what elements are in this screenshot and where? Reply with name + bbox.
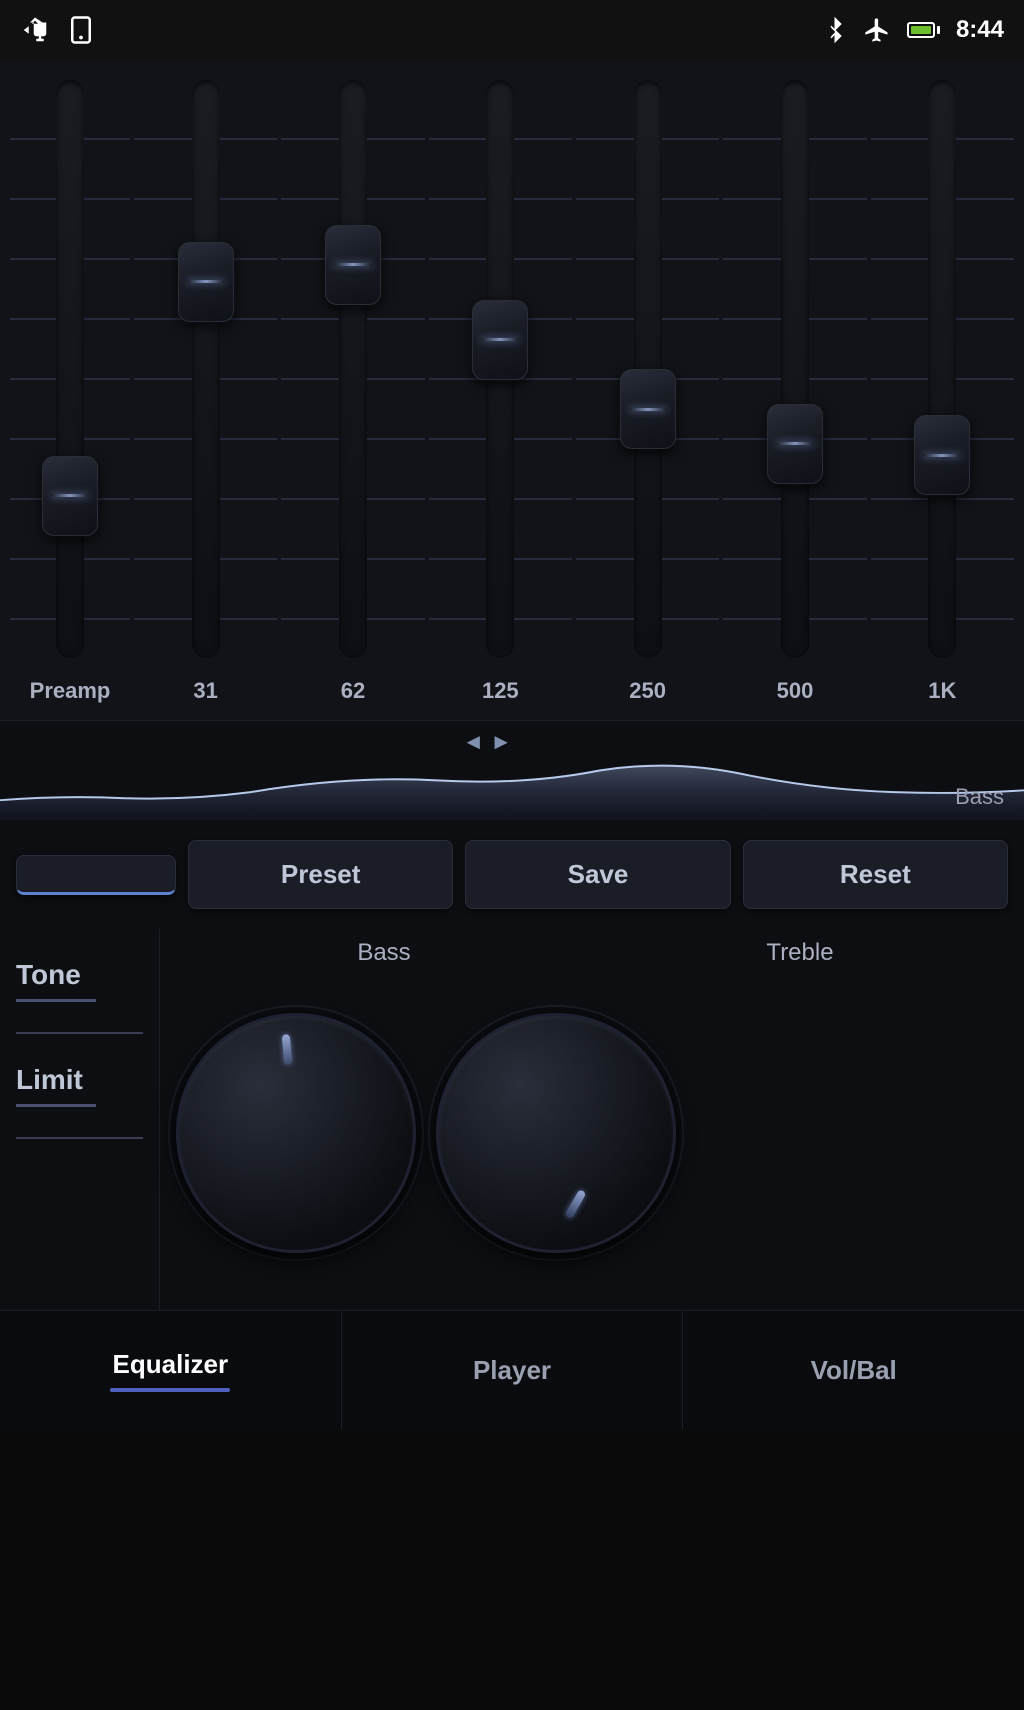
slider-31hz[interactable] xyxy=(134,80,277,658)
slider-track-1k[interactable] xyxy=(928,80,956,658)
tab-player-label: Player xyxy=(473,1355,551,1386)
slider-track-31[interactable] xyxy=(192,80,220,658)
battery-icon xyxy=(907,22,940,38)
slider-62hz[interactable] xyxy=(281,80,424,658)
label-125: 125 xyxy=(429,678,572,704)
limit-button[interactable]: Limit xyxy=(16,1034,143,1139)
tone-button[interactable]: Tone xyxy=(16,929,143,1034)
bass-knob-label: Bass xyxy=(186,939,582,967)
bass-knob[interactable] xyxy=(176,1013,416,1253)
status-left-icons xyxy=(20,15,96,45)
preset-button[interactable]: Preset xyxy=(188,840,453,909)
label-500: 500 xyxy=(723,678,866,704)
limit-label: Limit xyxy=(16,1064,143,1096)
slider-thumb-1k[interactable] xyxy=(914,415,970,495)
slider-250hz[interactable] xyxy=(576,80,719,658)
slider-1k[interactable] xyxy=(871,80,1014,658)
status-bar: 8:44 xyxy=(0,0,1024,60)
slider-thumb-250[interactable] xyxy=(620,369,676,449)
slider-preamp[interactable] xyxy=(10,80,130,658)
label-preamp: Preamp xyxy=(10,678,130,704)
controls-section: Preset Save Reset Tone Limit Bass Treble xyxy=(0,820,1024,1310)
knobs-and-nav: Tone Limit Bass Treble xyxy=(0,929,1024,1310)
reset-button[interactable]: Reset xyxy=(743,840,1008,909)
band-label: Bass xyxy=(955,784,1004,810)
tab-equalizer-label: Equalizer xyxy=(113,1349,229,1380)
tab-volbal[interactable]: Vol/Bal xyxy=(683,1311,1024,1430)
sliders-container xyxy=(0,60,1024,668)
tab-player[interactable]: Player xyxy=(342,1311,684,1430)
tab-equalizer[interactable]: Equalizer xyxy=(0,1311,342,1430)
bottom-nav: Equalizer Player Vol/Bal xyxy=(0,1310,1024,1430)
slider-thumb-125[interactable] xyxy=(472,300,528,380)
waveform-svg xyxy=(0,721,1024,820)
knobs-area: Bass Treble xyxy=(160,929,1024,1310)
slider-track-125[interactable] xyxy=(486,80,514,658)
airplane-icon xyxy=(863,16,891,44)
tab-volbal-label: Vol/Bal xyxy=(811,1355,897,1386)
label-1k: 1K xyxy=(871,678,1014,704)
eq-section: Preamp 31 62 125 250 500 1K ◄ ► Bass xyxy=(0,60,1024,820)
knob-labels-row: Bass Treble xyxy=(176,939,1008,975)
buttons-row: Preset Save Reset xyxy=(0,820,1024,929)
slider-thumb-31[interactable] xyxy=(178,242,234,322)
status-right-icons: 8:44 xyxy=(823,16,1004,44)
save-button[interactable]: Save xyxy=(465,840,730,909)
label-250: 250 xyxy=(576,678,719,704)
slider-track-62[interactable] xyxy=(339,80,367,658)
waveform-area: ◄ ► Bass xyxy=(0,720,1024,820)
tab-equalizer-underline xyxy=(110,1388,230,1392)
limit-underline xyxy=(16,1104,96,1107)
tone-underline xyxy=(16,999,96,1002)
slider-track-preamp[interactable] xyxy=(56,80,84,658)
slider-track-250[interactable] xyxy=(634,80,662,658)
slider-thumb-500[interactable] xyxy=(767,404,823,484)
knobs-row xyxy=(176,975,1008,1290)
tone-label: Tone xyxy=(16,959,143,991)
slider-track-500[interactable] xyxy=(781,80,809,658)
slider-500hz[interactable] xyxy=(723,80,866,658)
usb-icon xyxy=(20,15,50,45)
treble-knob-label: Treble xyxy=(602,939,998,967)
slider-thumb-preamp[interactable] xyxy=(42,456,98,536)
phone-icon xyxy=(66,15,96,45)
equ-button[interactable] xyxy=(16,855,176,895)
slider-thumb-62[interactable] xyxy=(325,225,381,305)
bluetooth-icon xyxy=(823,16,847,44)
label-62: 62 xyxy=(281,678,424,704)
status-time: 8:44 xyxy=(956,16,1004,44)
label-31: 31 xyxy=(134,678,277,704)
scroll-indicator: ◄ ► xyxy=(462,729,512,755)
nav-col: Tone Limit xyxy=(0,929,160,1310)
freq-labels: Preamp 31 62 125 250 500 1K xyxy=(0,668,1024,720)
treble-knob[interactable] xyxy=(436,1013,676,1253)
slider-125hz[interactable] xyxy=(429,80,572,658)
